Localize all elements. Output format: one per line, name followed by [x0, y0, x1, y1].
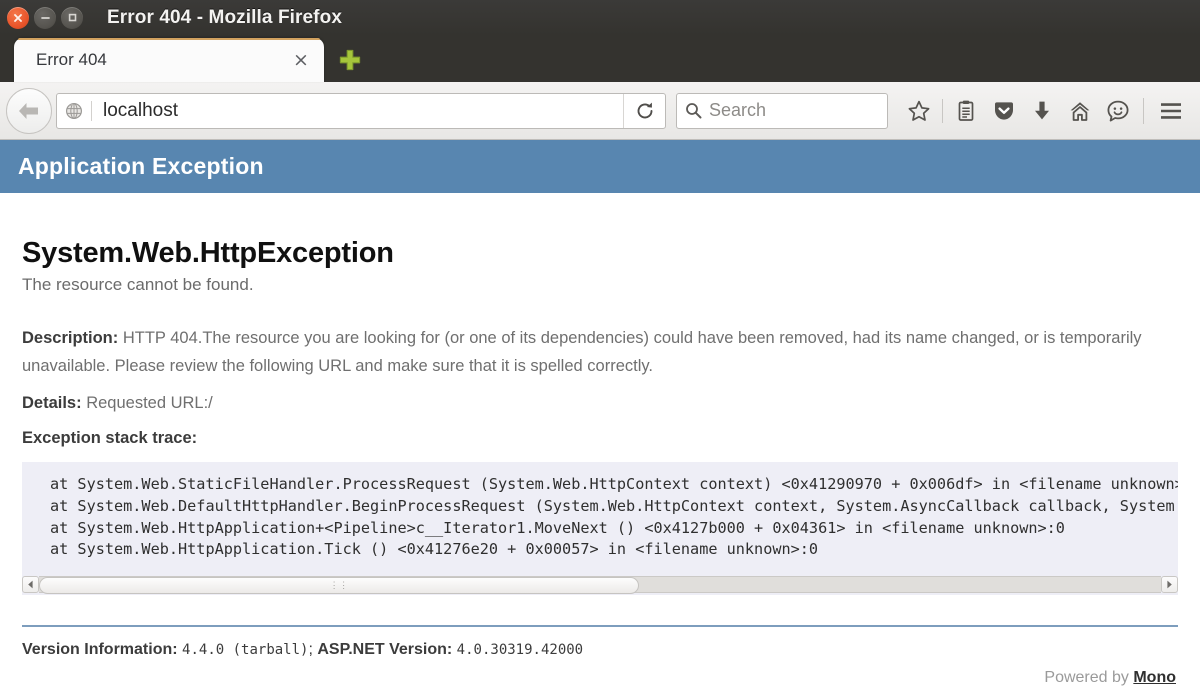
powered-by-footer: Powered by Mono — [22, 669, 1178, 687]
mono-link[interactable]: Mono — [1133, 669, 1176, 686]
back-arrow-icon — [19, 102, 38, 119]
app-header-title: Application Exception — [18, 153, 264, 179]
content-area: System.Web.HttpException The resource ca… — [0, 237, 1200, 687]
version-label: Version Information: — [22, 640, 178, 658]
stack-trace-line: at System.Web.HttpApplication+<Pipeline>… — [50, 518, 1065, 537]
aspnet-version: 4.0.30319.42000 — [456, 641, 584, 658]
stack-trace-box: at System.Web.StaticFileHandler.ProcessR… — [22, 462, 1178, 575]
bookmark-star-icon[interactable] — [900, 91, 938, 131]
tab-label: Error 404 — [36, 50, 107, 69]
description-paragraph: Description: HTTP 404.The resource you a… — [22, 325, 1172, 380]
scrollbar-thumb[interactable]: ⋮⋮ — [39, 577, 640, 595]
window-title: Error 404 - Mozilla Firefox — [107, 6, 342, 28]
firefox-window: Error 404 - Mozilla Firefox Error 404 × — [0, 0, 1200, 690]
details-label: Details: — [22, 394, 82, 413]
page-content: Application Exception System.Web.HttpExc… — [0, 140, 1200, 690]
title-bar: Error 404 - Mozilla Firefox — [0, 0, 1200, 35]
chevron-left-icon — [28, 580, 33, 589]
maximize-icon — [68, 13, 76, 22]
tab-strip: Error 404 × — [0, 35, 1200, 82]
scroll-right-button[interactable] — [1161, 576, 1178, 594]
stack-trace-line: at System.Web.StaticFileHandler.ProcessR… — [50, 475, 1178, 494]
menu-hamburger-icon[interactable] — [1152, 91, 1190, 131]
maximize-window-button[interactable] — [61, 6, 83, 29]
plus-icon — [339, 49, 361, 71]
tab-close-icon[interactable]: × — [290, 49, 312, 71]
back-button[interactable] — [6, 87, 52, 134]
stack-trace-line: at System.Web.HttpApplication.Tick () <0… — [50, 540, 819, 559]
navigation-toolbar: localhost Search — [0, 82, 1200, 140]
minimize-window-button[interactable] — [34, 6, 56, 29]
globe-icon — [57, 102, 91, 120]
reload-button[interactable] — [623, 93, 665, 128]
toolbar-separator — [942, 98, 943, 123]
tab-error-404[interactable]: Error 404 × — [14, 38, 324, 82]
reload-icon — [637, 102, 652, 118]
stack-trace-label: Exception stack trace: — [22, 429, 198, 448]
toolbar-icons — [900, 91, 1190, 131]
url-text[interactable]: localhost — [92, 100, 623, 122]
exception-subtitle: The resource cannot be found. — [22, 275, 254, 294]
scrollbar-grip: ⋮⋮ — [329, 580, 349, 591]
stack-trace-container: at System.Web.StaticFileHandler.ProcessR… — [22, 462, 1178, 595]
minimize-icon — [40, 16, 50, 19]
close-window-button[interactable] — [7, 6, 29, 29]
scroll-left-button[interactable] — [22, 576, 39, 594]
description-label: Description: — [22, 329, 119, 347]
aspnet-label: ASP.NET Version: — [317, 640, 453, 658]
search-input[interactable]: Search — [709, 100, 766, 121]
details-text: Requested URL:/ — [81, 394, 213, 413]
url-bar[interactable]: localhost — [56, 92, 666, 129]
footer-divider — [22, 624, 1178, 627]
description-text: HTTP 404.The resource you are looking fo… — [22, 329, 1142, 375]
mono-version: 4.4.0 (tarball) — [182, 641, 309, 658]
horizontal-scrollbar[interactable]: ⋮⋮ — [22, 574, 1178, 595]
new-tab-button[interactable] — [330, 38, 370, 82]
exception-title: System.Web.HttpException — [22, 237, 394, 269]
reading-list-icon[interactable] — [947, 91, 985, 131]
feedback-smiley-icon[interactable] — [1099, 91, 1137, 131]
toolbar-separator-2 — [1143, 97, 1144, 124]
stack-trace-line: at System.Web.DefaultHttpHandler.BeginPr… — [50, 497, 1178, 516]
search-icon — [677, 102, 709, 119]
window-controls — [7, 6, 83, 29]
close-icon — [14, 13, 22, 22]
application-exception-header: Application Exception — [0, 140, 1200, 193]
home-icon[interactable] — [1061, 91, 1099, 131]
downloads-icon[interactable] — [1023, 91, 1061, 131]
pocket-icon[interactable] — [985, 91, 1023, 131]
details-line: Details: Requested URL:/ — [22, 394, 1178, 413]
version-information: Version Information: 4.4.0 (tarball); AS… — [22, 641, 1178, 659]
chevron-right-icon — [1167, 580, 1172, 589]
scrollbar-track[interactable]: ⋮⋮ — [39, 576, 1161, 595]
powered-by-text: Powered by — [1044, 668, 1134, 686]
search-bar[interactable]: Search — [676, 92, 888, 129]
